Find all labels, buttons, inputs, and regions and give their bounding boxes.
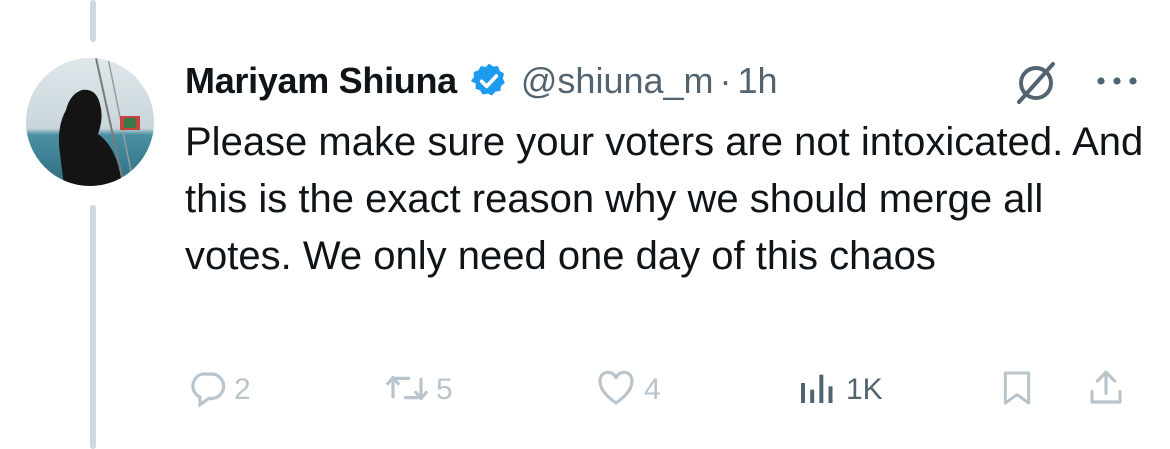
retweet-button[interactable]: 5 [384, 360, 453, 420]
tweet-actions: 2 5 4 1K [0, 360, 1170, 420]
reply-button[interactable]: 2 [186, 360, 251, 420]
retweet-icon [384, 367, 430, 414]
tweet-text: Please make sure your voters are not int… [185, 120, 1144, 278]
views-button[interactable]: 1K [796, 360, 883, 420]
avatar[interactable] [26, 58, 154, 186]
reply-icon [186, 367, 228, 414]
analytics-icon [796, 367, 836, 414]
share-icon [1085, 366, 1127, 415]
verified-badge-icon [469, 61, 509, 101]
tweet-header: Mariyam Shiuna @shiuna_m · 1h [185, 55, 778, 107]
bookmark-icon [997, 366, 1037, 415]
thread-line-top [90, 0, 96, 42]
author-name[interactable]: Mariyam Shiuna [185, 60, 457, 102]
like-count: 4 [644, 373, 661, 406]
tweet-timestamp[interactable]: 1h [738, 60, 778, 102]
grok-icon[interactable] [1013, 60, 1059, 106]
heart-icon [594, 367, 638, 414]
like-button[interactable]: 4 [594, 360, 661, 420]
retweet-count: 5 [436, 373, 453, 406]
reply-count: 2 [234, 373, 251, 406]
views-count: 1K [846, 373, 883, 406]
bookmark-button[interactable] [997, 360, 1037, 420]
more-icon[interactable] [1092, 66, 1142, 96]
share-button[interactable] [1085, 360, 1127, 420]
author-handle[interactable]: @shiuna_m [521, 60, 714, 102]
separator-dot: · [719, 60, 732, 101]
